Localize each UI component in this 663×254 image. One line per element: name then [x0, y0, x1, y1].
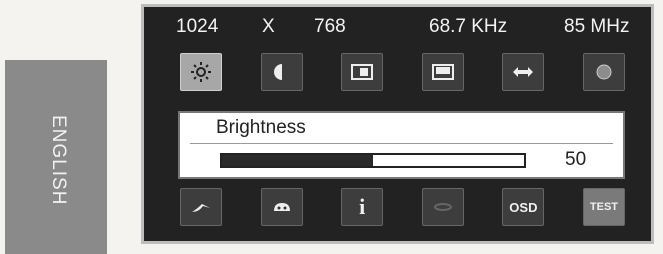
h-size-icon[interactable] [502, 53, 545, 91]
status-bar: 1024 X 768 68.7 KHz 85 MHz [144, 7, 651, 47]
color-icon[interactable] [582, 53, 625, 91]
h-position-icon[interactable] [341, 53, 384, 91]
osd-icon[interactable]: OSD [502, 188, 545, 226]
top-icon-row [180, 53, 625, 91]
resolution-height: 768 [314, 16, 346, 37]
info-icon[interactable]: i [341, 188, 384, 226]
adjustment-title: Brightness [216, 117, 306, 138]
recall-icon[interactable] [180, 188, 222, 226]
geometry-icon[interactable] [260, 188, 303, 226]
brightness-icon[interactable] [180, 53, 222, 91]
bottom-icon-row: i OSD TEST [180, 188, 625, 226]
brightness-slider[interactable] [220, 153, 526, 168]
divider [190, 143, 613, 144]
advanced-icon[interactable] [421, 188, 464, 226]
test-label: TEST [589, 201, 619, 213]
osd-window: 1024 X 768 68.7 KHz 85 MHz Brightness 50… [141, 4, 654, 244]
horizontal-frequency: 68.7 KHz [429, 16, 508, 37]
osd-label: OSD [509, 199, 538, 215]
resolution-separator: X [262, 16, 275, 37]
language-tab[interactable]: ENGLISH [5, 60, 107, 254]
contrast-icon[interactable] [260, 53, 303, 91]
adjustment-value: 50 [565, 149, 587, 170]
v-position-icon[interactable] [421, 53, 464, 91]
language-label: ENGLISH [48, 114, 69, 206]
adjustment-panel: Brightness 50 [178, 111, 625, 179]
info-label: i [359, 194, 366, 219]
test-icon[interactable]: TEST [582, 188, 625, 226]
resolution-width: 1024 [176, 16, 219, 37]
brightness-slider-fill [222, 155, 373, 166]
vertical-frequency: 85 MHz [564, 16, 630, 37]
